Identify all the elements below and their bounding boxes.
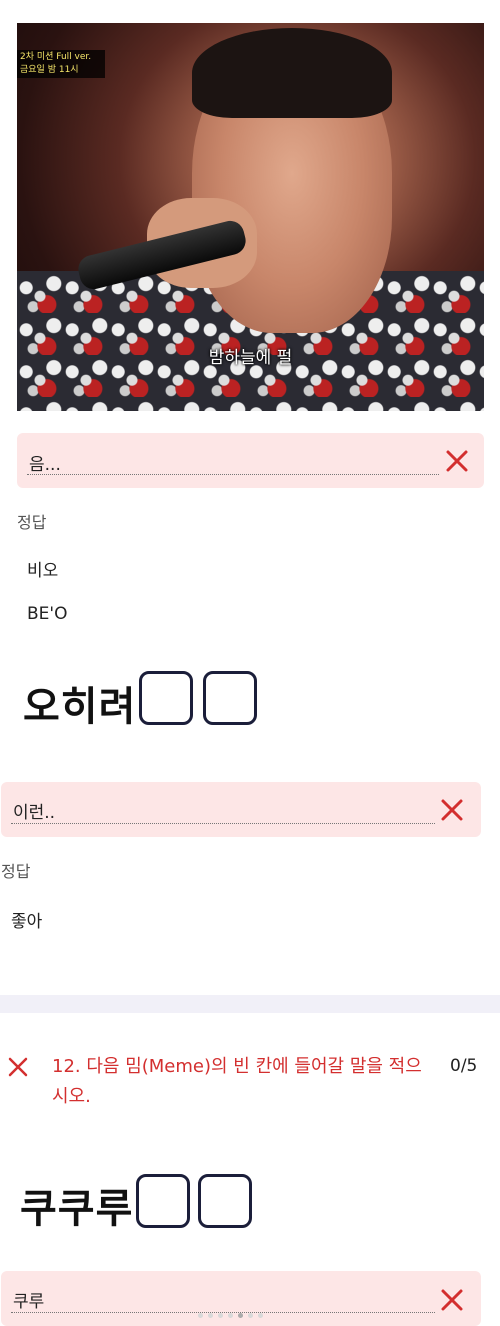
answer-text: 음... (29, 455, 61, 475)
correct-option-1: 좋아 (11, 912, 43, 932)
meme-text: 오히려 (23, 684, 137, 730)
correct-answer-label: 정답 (1, 862, 31, 881)
answer-field-1[interactable]: 음... (17, 433, 484, 488)
answer-underline (11, 1312, 435, 1313)
page-dot (248, 1313, 253, 1318)
page-dot (258, 1313, 263, 1318)
blank-box-1 (139, 671, 193, 725)
blank-box-2 (198, 1174, 252, 1228)
question-image: 2차 미션 Full ver. 금요일 밤 11시 밤하늘에 펄 (17, 23, 484, 411)
answer-text: 이런.. (13, 803, 56, 823)
correct-answer-label: 정답 (17, 513, 47, 532)
answer-underline (27, 474, 439, 475)
question-title: 12. 다음 밈(Meme)의 빈 칸에 들어갈 말을 적으시오. (52, 1056, 422, 1107)
singer-hair (192, 28, 392, 118)
badge-line-2: 금요일 밤 11시 (20, 65, 79, 75)
wrong-x-icon (8, 1057, 28, 1077)
page-dot (218, 1313, 223, 1318)
wrong-x-icon (446, 450, 468, 472)
meme-text: 쿠쿠루 (20, 1186, 134, 1232)
answer-underline (11, 823, 435, 824)
page-dot (198, 1313, 203, 1318)
page-indicator (198, 1303, 288, 1318)
broadcast-badge: 2차 미션 Full ver. 금요일 밤 11시 (17, 50, 105, 78)
wrong-x-icon (441, 799, 463, 821)
answer-text: 쿠루 (13, 1292, 45, 1312)
question-score: 0/5 (450, 1056, 478, 1076)
wrong-x-icon (441, 1289, 463, 1311)
badge-line-1: 2차 미션 Full ver. (20, 52, 92, 62)
correct-option-1: 비오 (27, 561, 59, 581)
blank-box-2 (203, 671, 257, 725)
correct-option-2: BE'O (27, 604, 68, 624)
video-caption: 밤하늘에 펄 (208, 348, 293, 368)
blank-box-1 (136, 1174, 190, 1228)
page-dot (228, 1313, 233, 1318)
page-dot-active (238, 1313, 243, 1318)
section-divider (0, 995, 500, 1013)
page-dot (208, 1313, 213, 1318)
answer-field-2[interactable]: 이런.. (1, 782, 481, 837)
